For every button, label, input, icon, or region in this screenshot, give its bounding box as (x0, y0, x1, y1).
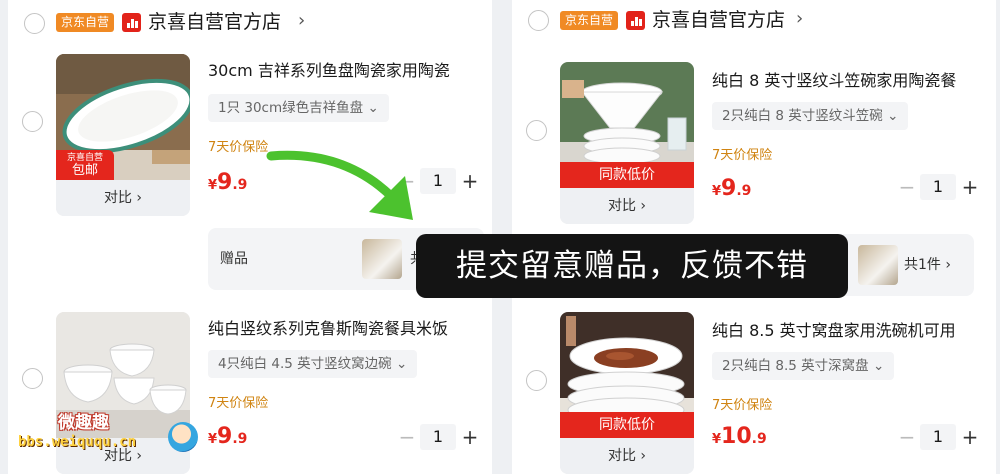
spec-selector[interactable]: 2只纯白 8 英寸竖纹斗笠碗 ⌄ (712, 102, 909, 130)
compare-button[interactable]: 对比 › (560, 438, 694, 474)
quantity-input[interactable]: 1 (920, 174, 956, 200)
gift-thumbnail (858, 245, 898, 285)
chevron-right-icon[interactable]: › (298, 10, 305, 31)
site-watermark: 微趣趣 bbs.weiququ.cn (14, 408, 200, 464)
quantity-stepper: − 1 + (898, 424, 982, 450)
shop-header: 京东自营 京喜自营官方店 › (8, 0, 492, 44)
decrease-quantity-button[interactable]: − (898, 174, 916, 200)
increase-quantity-button[interactable]: + (960, 424, 980, 450)
compare-button[interactable]: 对比 › (56, 180, 190, 216)
spec-selector[interactable]: 4只纯白 4.5 英寸竖纹窝边碗 ⌄ (208, 350, 418, 378)
increase-quantity-button[interactable]: + (460, 168, 480, 194)
compare-button[interactable]: 对比 › (560, 188, 694, 224)
spec-selector[interactable]: 2只纯白 8.5 英寸深窝盘 ⌄ (712, 352, 895, 380)
product-thumbnail[interactable]: 同款低价 对比 › (560, 312, 694, 474)
gift-count: 共1件 › (904, 257, 951, 273)
quantity-stepper: − 1 + (898, 174, 982, 200)
watermark-title: 微趣趣 (58, 413, 109, 433)
product-title[interactable]: 纯白 8 英寸竖纹斗笠碗家用陶瓷餐 (712, 70, 956, 92)
quantity-input[interactable]: 1 (420, 424, 456, 450)
free-shipping-tag: 京喜自营 包邮 (56, 150, 114, 180)
store-chart-icon (122, 13, 141, 32)
gift-label: 赠品 (220, 251, 248, 267)
product-price: ¥10.9 (712, 424, 767, 449)
quantity-stepper: − 1 + (398, 424, 482, 450)
price-protection-label[interactable]: 7天价保险 (208, 136, 268, 155)
increase-quantity-button[interactable]: + (460, 424, 480, 450)
shop-header: 京东自营 京喜自营官方店 › (512, 0, 996, 44)
store-chart-icon (626, 11, 645, 30)
product-title[interactable]: 纯白竖纹系列克鲁斯陶瓷餐具米饭 (208, 318, 448, 340)
watermark-mascot-icon (168, 422, 198, 452)
shop-name-link[interactable]: 京喜自营官方店 (148, 9, 281, 35)
self-operated-badge: 京东自营 (56, 13, 115, 32)
spec-selector[interactable]: 1只 30cm绿色吉祥鱼盘 ⌄ (208, 94, 389, 122)
product-thumbnail[interactable]: 京喜自营 包邮 对比 › (56, 54, 190, 216)
product-price: ¥9.9 (712, 176, 752, 201)
chevron-down-icon: ⌄ (367, 100, 379, 116)
same-item-low-price-tag: 同款低价 (560, 162, 694, 188)
product-title[interactable]: 纯白 8.5 英寸窝盘家用洗碗机可用 (712, 320, 956, 342)
price-protection-label[interactable]: 7天价保险 (712, 394, 772, 413)
green-arrow-annotation (266, 150, 413, 220)
price-protection-label[interactable]: 7天价保险 (712, 144, 772, 163)
caption-overlay: 提交留意赠品，反馈不错 (416, 234, 848, 298)
price-protection-label[interactable]: 7天价保险 (208, 392, 268, 411)
item-select-radio[interactable] (22, 368, 43, 389)
product-title[interactable]: 30cm 吉祥系列鱼盘陶瓷家用陶瓷 (208, 60, 450, 82)
shop-select-radio[interactable] (528, 10, 549, 31)
chevron-down-icon: ⌄ (887, 108, 899, 124)
chevron-right-icon[interactable]: › (796, 8, 803, 29)
chevron-down-icon: ⌄ (872, 358, 885, 374)
product-thumbnail[interactable]: 同款低价 对比 › (560, 62, 694, 224)
item-select-radio[interactable] (526, 120, 547, 141)
gift-thumbnail (362, 239, 402, 279)
product-price: ¥9.9 (208, 170, 248, 195)
shop-select-radio[interactable] (24, 13, 45, 34)
same-item-low-price-tag: 同款低价 (560, 412, 694, 438)
decrease-quantity-button[interactable]: − (398, 424, 416, 450)
increase-quantity-button[interactable]: + (960, 174, 980, 200)
shop-name-link[interactable]: 京喜自营官方店 (652, 7, 785, 33)
product-price: ¥9.9 (208, 424, 248, 449)
chevron-down-icon: ⌄ (395, 356, 408, 372)
decrease-quantity-button[interactable]: − (898, 424, 916, 450)
self-operated-badge: 京东自营 (560, 11, 619, 30)
watermark-url: bbs.weiququ.cn (18, 434, 137, 450)
item-select-radio[interactable] (526, 370, 547, 391)
item-select-radio[interactable] (22, 111, 43, 132)
quantity-input[interactable]: 1 (920, 424, 956, 450)
